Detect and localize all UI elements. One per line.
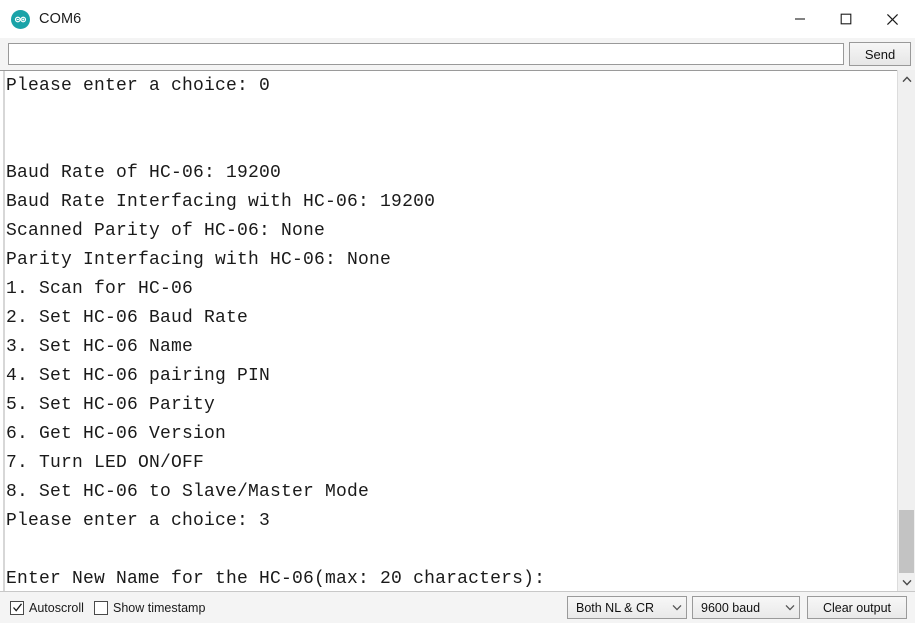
console-line: Scanned Parity of HC-06: None	[6, 221, 326, 241]
baud-rate-select[interactable]: 9600 baud	[692, 596, 800, 619]
console-line: 3. Set HC-06 Name	[6, 337, 194, 357]
console-line: Enter New Name for the HC-06(max: 20 cha…	[6, 569, 546, 589]
serial-monitor-window: COM6 Send Please enter a choice: 0 Baud …	[0, 0, 915, 623]
baud-rate-value: 9600 baud	[701, 600, 761, 615]
console-line: 2. Set HC-06 Baud Rate	[6, 308, 249, 328]
console-line: Baud Rate Interfacing with HC-06: 19200	[6, 192, 436, 212]
scrollbar-thumb[interactable]	[899, 510, 914, 576]
autoscroll-checkbox[interactable]: Autoscroll	[10, 592, 84, 623]
autoscroll-label: Autoscroll	[29, 600, 84, 615]
window-controls	[777, 0, 915, 38]
show-timestamp-checkbox[interactable]: Show timestamp	[94, 592, 205, 623]
autoscroll-checkbox-box[interactable]	[10, 600, 24, 615]
show-timestamp-checkbox-box[interactable]	[94, 600, 108, 615]
console-line: 5. Set HC-06 Parity	[6, 395, 216, 415]
title-bar: COM6	[0, 0, 915, 38]
arduino-logo-icon	[11, 9, 30, 29]
chevron-down-icon	[668, 604, 686, 611]
console-line: 6. Get HC-06 Version	[6, 424, 227, 444]
console-line: 4. Set HC-06 pairing PIN	[6, 366, 271, 386]
chevron-down-icon	[781, 604, 799, 611]
send-bar: Send	[0, 38, 915, 70]
console-output-panel: Please enter a choice: 0 Baud Rate of HC…	[0, 70, 915, 592]
window-title: COM6	[39, 11, 82, 27]
show-timestamp-label: Show timestamp	[113, 600, 206, 615]
scroll-up-button[interactable]	[898, 70, 915, 88]
status-bar: Autoscroll Show timestamp Both NL & CR 9…	[0, 591, 915, 623]
console-line: 8. Set HC-06 to Slave/Master Mode	[6, 482, 370, 502]
console-line: Please enter a choice: 0	[6, 76, 271, 96]
console-line: 7. Turn LED ON/OFF	[6, 453, 205, 473]
send-input[interactable]	[8, 43, 844, 65]
console-line: Parity Interfacing with HC-06: None	[6, 250, 392, 270]
clear-output-button[interactable]: Clear output	[807, 596, 907, 619]
console-line: 1. Scan for HC-06	[6, 279, 194, 299]
console-output-text[interactable]: Please enter a choice: 0 Baud Rate of HC…	[6, 71, 886, 592]
console-line: Please enter a choice: 3	[6, 511, 271, 531]
maximize-button[interactable]	[823, 0, 869, 38]
close-button[interactable]	[869, 0, 915, 38]
send-button[interactable]: Send	[849, 42, 911, 66]
minimize-button[interactable]	[777, 0, 823, 38]
line-ending-value: Both NL & CR	[576, 600, 655, 615]
console-line: Baud Rate of HC-06: 19200	[6, 163, 282, 183]
console-left-rule	[3, 71, 5, 592]
line-ending-select[interactable]: Both NL & CR	[567, 596, 687, 619]
console-vertical-scrollbar[interactable]	[897, 70, 915, 591]
scroll-down-button[interactable]	[898, 573, 915, 591]
